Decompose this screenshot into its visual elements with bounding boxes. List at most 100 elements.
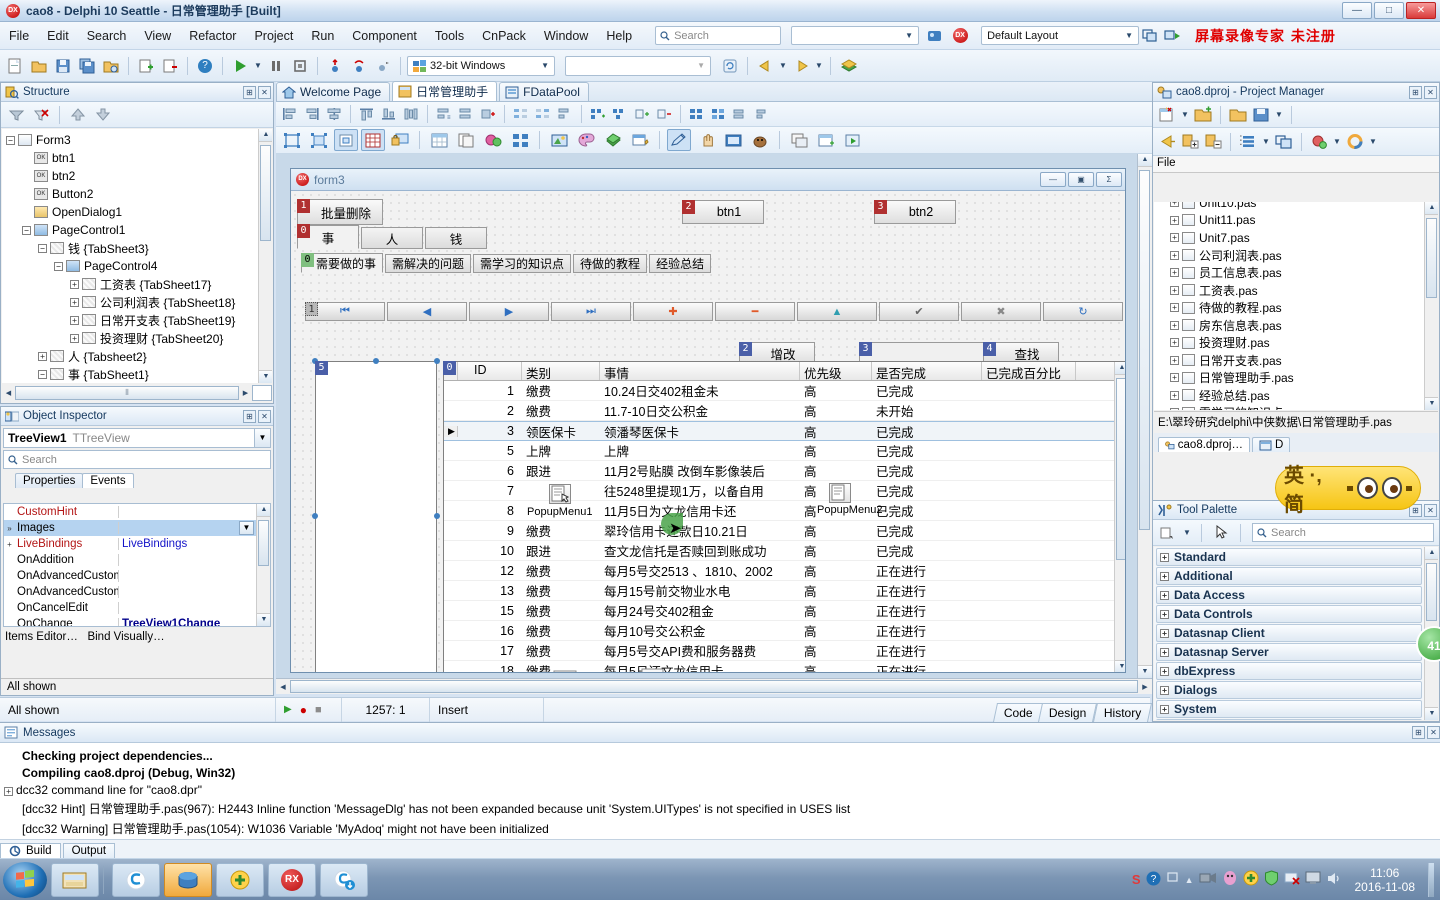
save-layout-icon[interactable] [1139, 25, 1161, 47]
tray-help-icon[interactable]: ? [1146, 871, 1161, 889]
snap-to-grid-icon[interactable] [334, 129, 358, 151]
cell-priority[interactable]: 高 [800, 661, 872, 672]
align-top-icon[interactable] [357, 105, 377, 124]
messages-tab-output[interactable]: Output [62, 843, 116, 858]
cell-thing[interactable]: 每月5号交2513 、1810、2002 [600, 561, 800, 580]
project-file-row[interactable]: + 投资理财.pas [1154, 334, 1424, 352]
scroll-up-icon[interactable]: ▲ [1425, 547, 1438, 560]
open-project-group-icon[interactable] [1228, 105, 1248, 124]
tool-palette-category[interactable]: + Data Access [1156, 586, 1422, 604]
tool-palette-category[interactable]: + dbExpress [1156, 662, 1422, 680]
sync-icon[interactable] [1274, 132, 1294, 151]
navigator-cancel-button[interactable]: ✖ [961, 302, 1041, 321]
cell-thing[interactable]: 查文龙信托是否赎回到账成功 [600, 541, 800, 560]
cell-priority[interactable]: 高 [800, 601, 872, 620]
messages-tab-build[interactable]: Build [0, 843, 61, 858]
build-config-dropdown-icon[interactable]: ▼ [1332, 132, 1342, 151]
cell-thing[interactable]: 领潘琴医保卡 [600, 422, 800, 441]
target-platform-icon[interactable] [1345, 132, 1365, 151]
pm-tab-project[interactable]: cao8.dproj… [1158, 437, 1250, 452]
cell-thing[interactable]: 11.7-10日交公积金 [600, 401, 800, 420]
tool-palette-category[interactable]: +Win 3.1 [1156, 719, 1422, 720]
tray-sogou-icon[interactable]: S [1132, 872, 1141, 887]
expand-icon[interactable]: + [1170, 268, 1179, 278]
back-navigate-icon[interactable] [754, 55, 776, 77]
cell-completed[interactable]: 已完成 [872, 481, 982, 500]
property-gutter[interactable]: + [4, 540, 15, 549]
selection-handle[interactable] [312, 513, 318, 519]
tray-recorder-icon[interactable] [1199, 871, 1217, 888]
group-4-icon[interactable] [753, 105, 773, 124]
palette-options-icon[interactable] [1157, 523, 1177, 542]
tool-palette-category[interactable]: + System [1156, 700, 1422, 718]
run-dropdown-icon[interactable]: ▼ [253, 55, 263, 77]
back-dropdown-icon[interactable]: ▼ [778, 55, 788, 77]
group-2-icon[interactable] [709, 105, 729, 124]
sort-dropdown-icon[interactable]: ▼ [1261, 132, 1271, 151]
cell-priority[interactable]: 高 [800, 581, 872, 600]
table-row[interactable]: 9缴费翠玲信用卡还款日10.21日高已完成 [444, 521, 1125, 541]
layout-combo[interactable]: Default Layout ▼ [981, 26, 1140, 45]
select-all-icon[interactable] [307, 129, 331, 151]
scroll-right-icon[interactable]: ▶ [239, 389, 252, 397]
selection-handle[interactable] [434, 358, 440, 364]
tray-antivirus-icon[interactable] [1243, 870, 1259, 889]
forward-navigate-icon[interactable] [790, 55, 812, 77]
group-3-icon[interactable] [731, 105, 751, 124]
expand-icon[interactable]: + [1170, 233, 1179, 243]
structure-tree-node[interactable]: + 工资表 {TabSheet17} [2, 275, 272, 293]
project-options-dropdown-icon[interactable]: ▼ [1274, 105, 1284, 124]
scroll-right-icon[interactable]: ▶ [1138, 683, 1152, 691]
distribute-2-icon[interactable] [533, 105, 553, 124]
cell-thing[interactable]: 每月24号交402租金 [600, 601, 800, 620]
cell-category[interactable]: 跟进 [522, 541, 600, 560]
stop-status-icon[interactable]: ■ [315, 704, 322, 716]
cell-category[interactable]: 缴费 [522, 641, 600, 660]
view-tab-history[interactable]: History [1092, 702, 1153, 722]
platform-dropdown-icon[interactable]: ▼ [1368, 132, 1378, 151]
cell-category[interactable]: 上牌 [522, 441, 600, 460]
size-grow-icon[interactable] [632, 105, 652, 124]
property-search-input[interactable]: Search [3, 450, 271, 469]
cell-category[interactable]: 领医保卡 [522, 422, 600, 441]
savedialog-component[interactable] [641, 667, 665, 672]
chevron-down-icon[interactable]: ▼ [239, 521, 254, 535]
platform-combo[interactable]: 32-bit Windows ▼ [407, 55, 555, 76]
minimize-button[interactable]: — [1342, 2, 1372, 19]
view-tab-design[interactable]: Design [1038, 702, 1098, 722]
message-line[interactable]: [dcc32 Hint] 日常管理助手.pas(967): H2443 Inli… [0, 798, 1440, 818]
run-designer-icon[interactable] [841, 129, 865, 151]
cell-id[interactable]: 13 [458, 584, 522, 598]
project-manager-vscrollbar[interactable]: ▲ ▼ [1424, 202, 1438, 410]
expand-icon[interactable]: + [1170, 215, 1179, 225]
cell-completed[interactable]: 已完成 [872, 461, 982, 480]
space-equally-horiz-icon[interactable]: ≡ [434, 105, 454, 124]
property-row[interactable]: OnAdvancedCustom [4, 568, 256, 584]
scroll-thumb[interactable] [260, 145, 271, 241]
taskbar-explorer[interactable] [51, 862, 99, 897]
project-file-row[interactable]: + 待做的教程.pas [1154, 299, 1424, 317]
hscroll-thumb[interactable]: ⦀ [15, 386, 239, 400]
palette-dropdown-icon[interactable]: ▼ [1182, 523, 1192, 542]
dbgrid-vscrollbar[interactable]: ▲ ▼ [1114, 362, 1125, 672]
form-designer-canvas[interactable]: DX form3 — ▣ Σ 1 批量删除 2 btn1 3 btn2 0 事 … [276, 154, 1152, 694]
cell-priority[interactable]: 高 [800, 521, 872, 540]
table-row[interactable]: 6 跟进 11月2号贴膜 改倒车影像装后高已完成 [444, 461, 1125, 481]
cell-category[interactable]: 跟进 [522, 461, 600, 480]
inner-tab-experience[interactable]: 经验总结 [649, 254, 712, 273]
expand-icon[interactable]: + [1170, 338, 1179, 348]
save-icon[interactable] [52, 55, 74, 77]
menu-search[interactable]: Search [78, 26, 136, 46]
project-manager-file-column-header[interactable]: File [1153, 156, 1439, 173]
view-tab-code[interactable]: Code [992, 702, 1044, 722]
cell-priority[interactable]: 高 [800, 641, 872, 660]
expand-icon[interactable]: + [1160, 590, 1169, 600]
expand-icon[interactable]: + [4, 786, 13, 796]
selection-handle[interactable] [373, 358, 379, 364]
structure-tree-node[interactable]: + 日常开支表 {TabSheet19} [2, 311, 272, 329]
run-to-cursor-icon[interactable] [372, 55, 394, 77]
dbgrid-col-thing[interactable]: 事情 [600, 362, 800, 380]
collapse-icon[interactable]: − [54, 261, 63, 271]
cell-completed[interactable]: 正在进行 [872, 661, 982, 672]
table-row[interactable]: 5 上牌 上牌高已完成 [444, 441, 1125, 461]
